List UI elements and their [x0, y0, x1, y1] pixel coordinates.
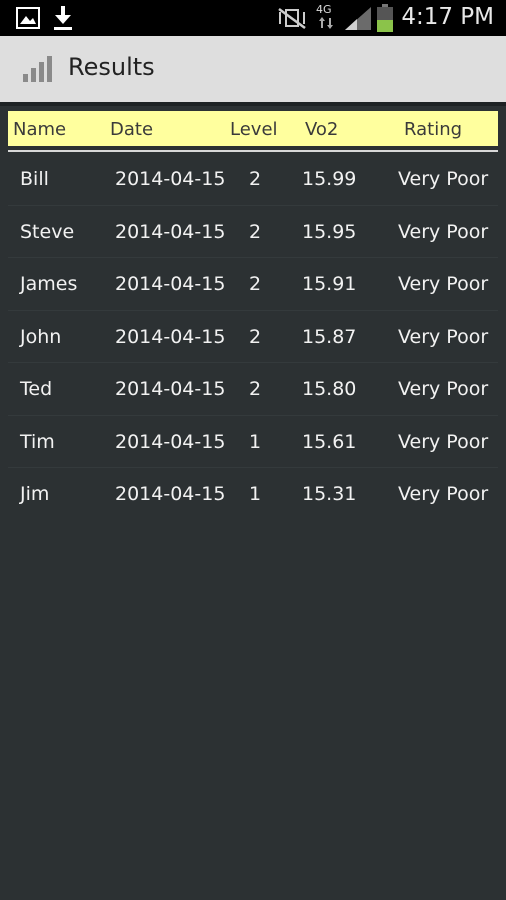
- cell-date: 2014-04-15: [115, 430, 226, 453]
- cell-rating: Very Poor: [398, 378, 489, 400]
- download-notification-icon: [54, 6, 72, 30]
- table-row[interactable]: Jim 2014-04-15 1 15.31 Very Poor: [0, 468, 506, 521]
- cell-level: 2: [249, 378, 262, 400]
- table-row[interactable]: Bill 2014-04-15 2 15.99 Very Poor: [0, 153, 506, 206]
- table-row[interactable]: Tim 2014-04-15 1 15.61 Very Poor: [0, 416, 506, 468]
- cell-rating: Very Poor: [398, 273, 489, 295]
- cell-rating: Very Poor: [398, 168, 489, 190]
- cell-name: John: [20, 325, 62, 348]
- action-bar-shadow: [0, 102, 506, 106]
- signal-strength-icon: [345, 7, 371, 30]
- column-header-level: Level: [230, 119, 278, 140]
- app-signal-bars-icon[interactable]: [22, 54, 58, 82]
- gallery-notification-icon: [16, 7, 40, 29]
- page-title: Results: [68, 53, 155, 81]
- clock: 4:17 PM: [401, 4, 494, 30]
- cell-date: 2014-04-15: [115, 168, 226, 190]
- table-header: Name Date Level Vo2 Rating: [8, 111, 498, 146]
- cell-date: 2014-04-15: [115, 220, 226, 243]
- cell-rating: Very Poor: [398, 483, 489, 505]
- status-bar: 4G 4:17 PM: [0, 0, 506, 36]
- cell-vo2: 15.95: [302, 220, 357, 243]
- table-row[interactable]: Steve 2014-04-15 2 15.95 Very Poor: [0, 206, 506, 258]
- results-list: Bill 2014-04-15 2 15.99 Very Poor Steve …: [0, 153, 506, 521]
- column-header-vo2: Vo2: [305, 119, 339, 140]
- cell-name: Ted: [20, 378, 53, 400]
- cell-level: 2: [249, 273, 262, 295]
- cell-rating: Very Poor: [398, 325, 489, 348]
- table-row[interactable]: Ted 2014-04-15 2 15.80 Very Poor: [0, 363, 506, 416]
- cell-name: Tim: [20, 430, 55, 453]
- cell-rating: Very Poor: [398, 430, 489, 453]
- table-row[interactable]: James 2014-04-15 2 15.91 Very Poor: [0, 258, 506, 311]
- column-header-date: Date: [110, 119, 154, 140]
- cell-level: 2: [249, 168, 262, 190]
- data-activity-icon: [319, 17, 333, 29]
- cell-vo2: 15.91: [302, 273, 357, 295]
- cell-name: Steve: [20, 220, 75, 243]
- cell-vo2: 15.61: [302, 430, 357, 453]
- cell-vo2: 15.31: [302, 483, 357, 505]
- cell-name: Bill: [20, 168, 49, 190]
- cell-level: 1: [249, 483, 262, 505]
- cell-date: 2014-04-15: [115, 483, 226, 505]
- silent-mode-icon: [278, 7, 306, 29]
- cell-date: 2014-04-15: [115, 325, 226, 348]
- header-divider: [8, 150, 498, 152]
- cell-level: 2: [249, 220, 262, 243]
- cell-date: 2014-04-15: [115, 378, 226, 400]
- network-type-label: 4G: [316, 3, 332, 16]
- cell-level: 1: [249, 430, 262, 453]
- column-header-name: Name: [13, 119, 67, 140]
- cell-vo2: 15.87: [302, 325, 357, 348]
- cell-date: 2014-04-15: [115, 273, 226, 295]
- cell-name: James: [20, 273, 78, 295]
- table-row[interactable]: John 2014-04-15 2 15.87 Very Poor: [0, 311, 506, 363]
- cell-vo2: 15.99: [302, 168, 357, 190]
- cell-level: 2: [249, 325, 262, 348]
- cell-name: Jim: [20, 483, 50, 505]
- column-header-rating: Rating: [404, 119, 463, 140]
- battery-icon: [377, 4, 393, 32]
- cell-rating: Very Poor: [398, 220, 489, 243]
- cell-vo2: 15.80: [302, 378, 357, 400]
- action-bar: Results: [0, 36, 506, 102]
